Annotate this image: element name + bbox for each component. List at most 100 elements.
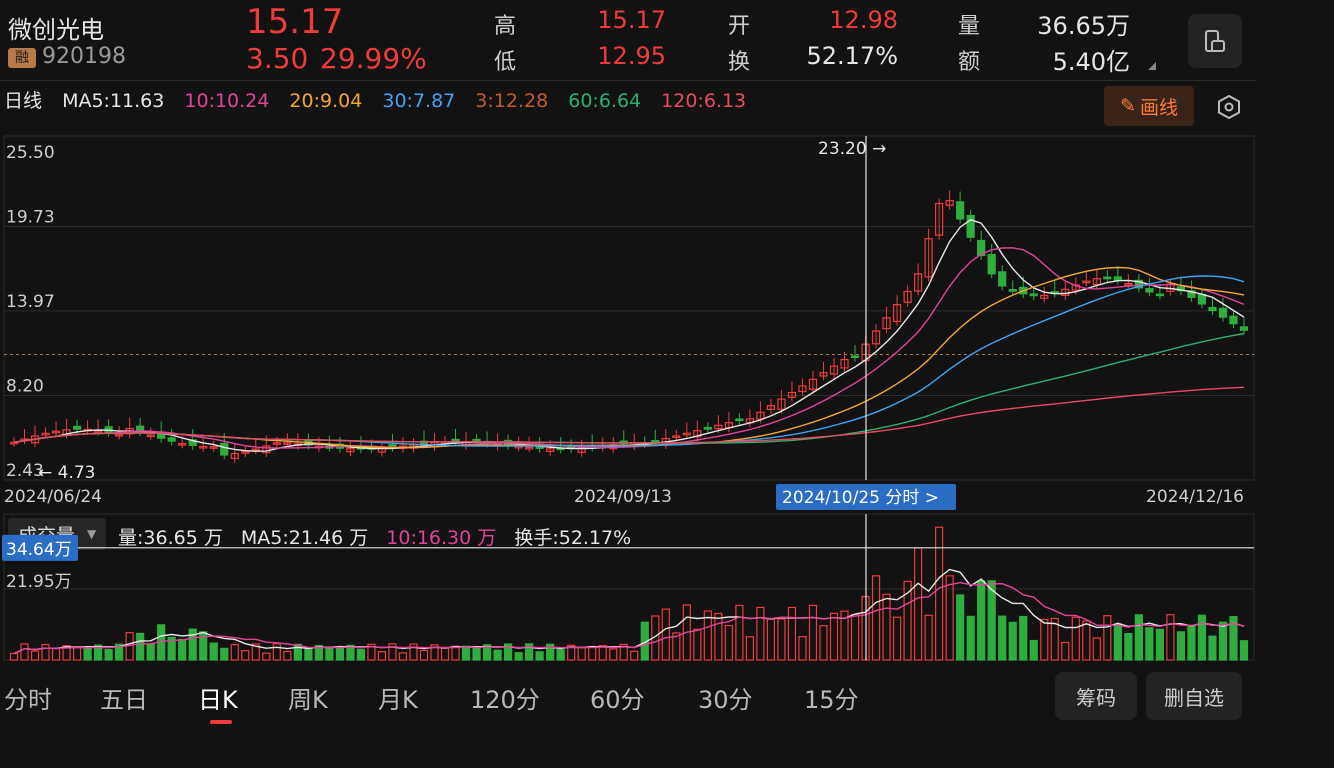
candle-body [956,201,965,220]
volume-bar [1218,621,1228,661]
tab-monthly-k[interactable]: 月K [378,680,418,715]
crosshair-date-label: 2024/10/25 分时 > [782,488,939,508]
ma-line-5 [13,219,1245,452]
volume-scale-label: 21.95万 [6,572,72,592]
low-value: 12.95 [597,42,666,70]
y-axis-label: 25.50 [6,143,55,163]
volume-bar [1082,620,1091,661]
volume-bar [556,648,565,661]
tab-60min[interactable]: 60分 [590,680,645,715]
volume-bar [104,649,113,661]
volume-bar [377,651,387,661]
candle-body [1113,276,1122,281]
volume-bar [209,642,218,661]
volume-bar [1187,624,1196,661]
pencil-icon: ✎ [1120,95,1136,117]
volume-bar [30,650,40,661]
volume-bar [1208,635,1217,661]
volume-bar [283,650,292,661]
volume-bar [72,646,82,661]
candle-body [651,439,660,443]
high-label: 高 [494,14,517,39]
tab-intraday[interactable]: 分时 [4,680,52,715]
volume-bar [1145,627,1154,661]
tab-15min[interactable]: 15分 [804,680,859,715]
x-axis-label: 2024/12/16 [1146,487,1244,507]
volume-bar [472,647,481,661]
volume-bar [83,646,92,661]
volume-bar [724,624,733,661]
ma-item: MA5:11.63 [62,90,165,112]
volume-bar [335,646,344,661]
candle-body [1218,307,1228,318]
tab-120min[interactable]: 120分 [470,680,540,715]
stock-code: 920198 [42,44,126,69]
ma-line-10 [13,247,1245,449]
candle-body [1239,326,1249,331]
volume-chart[interactable]: 21.95万 34.64万 [0,510,1260,666]
tab-weekly-k[interactable]: 周K [288,680,328,715]
candle-body [72,425,82,430]
volume-bar [1019,615,1028,661]
hexagon-settings-icon [1218,94,1240,120]
volume-label: 量 [958,14,981,39]
ma-line-60 [13,332,1245,444]
volume-crosshair-value: 34.64万 [6,540,72,560]
tab-daily-k[interactable]: 日K [198,680,238,715]
volume-bar [325,646,334,661]
volume-bar [1061,641,1070,661]
volume-bar [798,636,807,661]
volume-bar [577,646,586,661]
tab-30min[interactable]: 30分 [698,680,753,715]
candle-body [850,355,860,359]
volume-bar [304,648,313,661]
volume-bar [1134,614,1143,661]
volume-bar [1008,621,1017,661]
volume-bar [630,650,639,661]
volume-bar [230,644,239,661]
turnover-label: 换 [728,50,751,75]
remove-watchlist-button[interactable]: 删自选 [1146,672,1242,720]
volume-bar [998,615,1007,661]
ma-item: 60:6.64 [568,90,642,112]
candle-body [966,214,975,238]
kline-chart[interactable]: 25.5019.7313.978.202.4323.20 →← 4.732024… [0,130,1260,510]
y-axis-label: 13.97 [6,292,55,312]
ma-line-30 [13,275,1245,447]
chips-button[interactable]: 筹码 [1055,672,1137,720]
volume-bar [20,643,29,661]
candle-body [1029,293,1038,297]
volume-bar [41,643,50,661]
volume-bar [966,615,975,661]
ma-item: 10:10.24 [184,90,270,112]
chart-settings-button[interactable] [1216,94,1242,124]
volume-bar [829,612,839,661]
volume-bar [1124,632,1133,661]
rotate-screen-icon [1205,30,1225,52]
kline-period: 日线 [4,90,43,112]
volume-bar [1040,618,1049,661]
volume-ma-line-10 [13,581,1245,655]
ma-legend: 日线 MA5:11.63 10:10.24 20:9.04 30:7.87 3:… [4,86,760,113]
y-axis-label: 8.20 [6,376,44,396]
ma-line-20 [13,266,1245,449]
volume-bar [136,632,145,661]
volume-bar [1113,623,1122,661]
candle-body [220,442,229,456]
expand-corner-icon[interactable] [1148,62,1156,70]
landscape-toggle-button[interactable] [1188,14,1242,68]
volume-bar [146,643,155,661]
volume-bar [714,612,723,661]
volume-bar [956,594,965,661]
draw-line-button[interactable]: ✎ 画线 [1104,86,1194,126]
volume-bar [1155,628,1164,661]
header-divider [0,80,1256,81]
volume-bar [850,613,860,661]
volume-bar [1197,614,1207,661]
volume-bar [461,645,471,661]
volume-bar [1029,639,1038,661]
volume-bar [661,608,670,661]
volume-bar [514,652,523,661]
tab-five-day[interactable]: 五日 [100,680,148,715]
candle-body [1208,306,1217,312]
